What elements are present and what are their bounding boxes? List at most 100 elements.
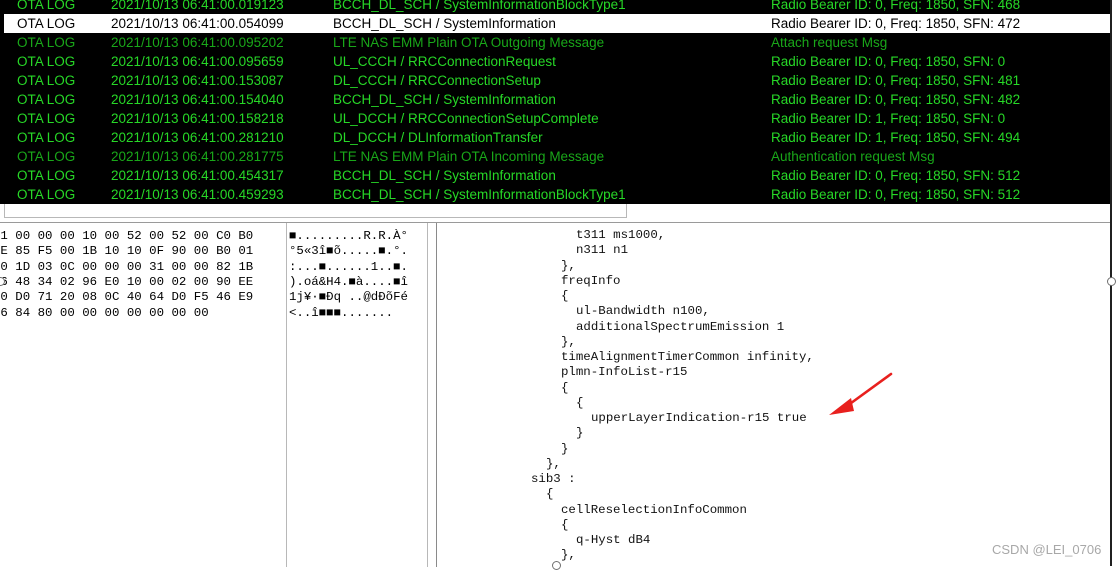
- decoded-line: }: [576, 426, 584, 441]
- log-cell-info: Radio Bearer ID: 0, Freq: 1850, SFN: 0: [771, 54, 1006, 69]
- log-cell-message: UL_CCCH / RRCConnectionRequest: [333, 54, 556, 69]
- log-cell-type: OTA LOG: [17, 16, 76, 31]
- log-cell-info: Radio Bearer ID: 0, Freq: 1850, SFN: 512: [771, 187, 1021, 202]
- log-cell-info: Radio Bearer ID: 0, Freq: 1850, SFN: 481: [771, 73, 1021, 88]
- log-cell-time: 2021/10/13 06:41:00.153087: [111, 73, 284, 88]
- log-cell-message: UL_DCCH / RRCConnectionSetupComplete: [333, 111, 599, 126]
- log-cell-time: 2021/10/13 06:41:00.459293: [111, 187, 284, 202]
- log-cell-info: Radio Bearer ID: 1, Freq: 1850, SFN: 0: [771, 111, 1006, 126]
- log-row[interactable]: OTA LOG 2021/10/13 06:41:00.019123 BCCH_DL…: [4, 0, 1110, 14]
- decoded-line: },: [561, 334, 576, 349]
- log-cell-info: Attach request Msg: [771, 35, 888, 50]
- log-row[interactable]: OTA LOG 2021/10/13 06:41:00.054099 BCCH_DL…: [4, 14, 1110, 33]
- log-cell-time: 2021/10/13 06:41:00.281210: [111, 130, 284, 145]
- log-row[interactable]: OTA LOG 2021/10/13 06:41:00.154040 BCCH_DL…: [4, 90, 1110, 109]
- hex-line: 80 D0 71 20 08 0C 40 64 D0 F5 46 E9: [0, 290, 254, 305]
- log-cell-message: DL_DCCH / DLInformationTransfer: [333, 130, 543, 145]
- log-cell-type: OTA LOG: [17, 92, 76, 107]
- watermark: CSDN @LEI_0706: [992, 542, 1102, 557]
- ascii-line: ■.........R.R.À°: [289, 229, 408, 243]
- decoded-line: },: [561, 258, 576, 273]
- log-horizontal-scrollbar[interactable]: [4, 204, 627, 218]
- log-row[interactable]: OTA LOG 2021/10/13 06:41:00.158218 UL_DCCH…: [4, 109, 1110, 128]
- log-cell-message: DL_CCCH / RRCConnectionSetup: [333, 73, 541, 88]
- decoded-line: n311 n1: [576, 243, 629, 258]
- log-row[interactable]: OTA LOG 2021/10/13 06:41:00.153087 DL_CCCH…: [4, 71, 1110, 90]
- log-cell-time: 2021/10/13 06:41:00.281775: [111, 149, 284, 164]
- decoded-message-pane[interactable]: t311 ms1000, n311 n1}, freqInfo{ul-Bandwid…: [436, 223, 1111, 567]
- decoded-line: },: [546, 456, 561, 471]
- hex-line: 26 48 34 02 96 E0 10 00 02 00 90 EE: [0, 274, 254, 289]
- decoded-line: {: [546, 487, 554, 502]
- log-cell-info: Radio Bearer ID: 0, Freq: 1850, SFN: 472: [771, 16, 1021, 31]
- decoded-line: }: [561, 441, 569, 456]
- hex-line: 96 84 80 00 00 00 00 00 00 00: [0, 305, 209, 320]
- decoded-line: q-Hyst dB4: [576, 533, 651, 547]
- log-cell-type: OTA LOG: [17, 35, 76, 50]
- log-cell-type: OTA LOG: [17, 168, 76, 183]
- log-cell-message: BCCH_DL_SCH / SystemInformation: [333, 16, 556, 31]
- log-cell-type: OTA LOG: [17, 73, 76, 88]
- log-row[interactable]: OTA LOG 2021/10/13 06:41:00.459293 BCCH_DL…: [4, 185, 1110, 204]
- log-cell-type: OTA LOG: [17, 149, 76, 164]
- log-table-footer: [0, 204, 1110, 222]
- log-row[interactable]: OTA LOG 2021/10/13 06:41:00.095202 LTE NAS…: [4, 33, 1110, 52]
- decoded-line: cellReselectionInfoCommon: [561, 502, 747, 517]
- decoded-line: additionalSpectrumEmission 1: [576, 319, 785, 334]
- resize-handle-right[interactable]: [1107, 277, 1116, 286]
- log-cell-message: LTE NAS EMM Plain OTA Incoming Message: [333, 149, 605, 164]
- log-row[interactable]: OTA LOG 2021/10/13 06:41:00.281775 LTE NAS…: [4, 147, 1110, 166]
- decoded-line: sib3 :: [531, 472, 576, 486]
- log-cell-time: 2021/10/13 06:41:00.054099: [111, 16, 284, 31]
- log-table-panel: OTA LOG 2021/10/13 06:41:00.019123 BCCH_DL…: [0, 0, 1110, 204]
- log-cell-time: 2021/10/13 06:41:00.095202: [111, 35, 284, 50]
- ascii-line: <..î■■■.......: [289, 305, 394, 320]
- log-cell-type: OTA LOG: [17, 0, 76, 12]
- hex-line: 80 1D 03 0C 00 00 00 31 00 00 82 1B: [0, 259, 254, 274]
- log-cell-type: OTA LOG: [17, 130, 76, 145]
- ascii-line: ).oá&H4.■à....■î: [289, 274, 408, 289]
- ascii-line: :...■......1..■.: [289, 259, 408, 274]
- log-cell-type: OTA LOG: [17, 111, 76, 126]
- ascii-line: 1j¥·■Ðq ..@dÐõFé: [289, 290, 408, 305]
- log-cell-type: OTA LOG: [17, 54, 76, 69]
- log-cell-time: 2021/10/13 06:41:00.454317: [111, 168, 284, 183]
- log-cell-message: BCCH_DL_SCH / SystemInformation: [333, 92, 556, 107]
- ascii-line: °5«3î■õ.....■.°.: [289, 244, 408, 259]
- decoded-line: ul-Bandwidth n100,: [576, 304, 710, 319]
- hex-line: 01 00 00 00 10 00 52 00 52 00 C0 B0: [0, 229, 254, 243]
- decoded-line: {: [561, 380, 569, 395]
- log-cell-info: Authentication request Msg: [771, 149, 935, 164]
- log-cell-message: BCCH_DL_SCH / SystemInformationBlockType…: [333, 0, 626, 12]
- log-cell-info: Radio Bearer ID: 0, Freq: 1850, SFN: 512: [771, 168, 1021, 183]
- decoded-line: upperLayerIndication-r15 true: [591, 411, 807, 425]
- ascii-dump-pane[interactable]: ■.........R.R.À° °5«3î■õ.....■.°.:...■...…: [286, 223, 428, 567]
- log-cell-time: 2021/10/13 06:41:00.158218: [111, 111, 284, 126]
- decoded-line: {: [576, 395, 584, 410]
- hex-dump-pane[interactable]: 01 00 00 00 10 00 52 00 52 00 C0 B0 EE 85…: [0, 223, 287, 567]
- decoded-line: timeAlignmentTimerCommon infinity,: [561, 350, 814, 364]
- log-row[interactable]: OTA LOG 2021/10/13 06:41:00.095659 UL_CCCH…: [4, 52, 1110, 71]
- log-cell-info: Radio Bearer ID: 1, Freq: 1850, SFN: 494: [771, 130, 1021, 145]
- pane-splitter[interactable]: [428, 223, 436, 567]
- log-cell-type: OTA LOG: [17, 187, 76, 202]
- log-table: OTA LOG 2021/10/13 06:41:00.019123 BCCH_DL…: [4, 0, 1110, 204]
- decoded-line: plmn-InfoList-r15: [561, 365, 688, 380]
- hex-line: EE 85 F5 00 1B 10 10 0F 90 00 B0 01: [0, 244, 254, 259]
- log-row[interactable]: OTA LOG 2021/10/13 06:41:00.281210 DL_DCCH…: [4, 128, 1110, 147]
- log-cell-message: BCCH_DL_SCH / SystemInformationBlockType…: [333, 187, 626, 202]
- decoded-line: },: [561, 548, 576, 563]
- log-cell-time: 2021/10/13 06:41:00.019123: [111, 0, 284, 12]
- decoded-line: {: [561, 517, 569, 532]
- decoded-line: t311 ms1000,: [576, 228, 666, 242]
- log-cell-info: Radio Bearer ID: 0, Freq: 1850, SFN: 468: [771, 0, 1021, 12]
- log-row[interactable]: OTA LOG 2021/10/13 06:41:00.454317 BCCH_DL…: [4, 166, 1110, 185]
- decoded-line: {: [561, 289, 569, 303]
- packet-detail-area: 01 00 00 00 10 00 52 00 52 00 C0 B0 EE 85…: [0, 222, 1110, 567]
- log-cell-info: Radio Bearer ID: 0, Freq: 1850, SFN: 482: [771, 92, 1021, 107]
- log-cell-time: 2021/10/13 06:41:00.095659: [111, 54, 284, 69]
- log-cell-message: BCCH_DL_SCH / SystemInformation: [333, 168, 556, 183]
- log-cell-time: 2021/10/13 06:41:00.154040: [111, 92, 284, 107]
- log-cell-message: LTE NAS EMM Plain OTA Outgoing Message: [333, 35, 605, 50]
- decoded-line: freqInfo: [561, 273, 621, 288]
